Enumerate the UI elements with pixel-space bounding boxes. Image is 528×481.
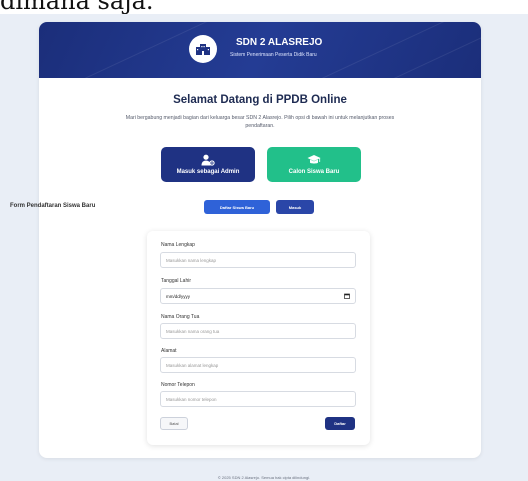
header-decoration bbox=[39, 22, 210, 78]
phone-input[interactable] bbox=[160, 391, 356, 407]
login-button[interactable]: Masuk bbox=[276, 200, 314, 214]
cancel-button[interactable]: Batal bbox=[160, 417, 188, 430]
admin-login-label: Masuk sebagai Admin bbox=[176, 169, 240, 175]
system-subtitle: Sistem Penerimaan Peserta Didik Baru bbox=[230, 52, 317, 58]
register-new-student-button[interactable]: Daftar Siswa Baru bbox=[204, 200, 270, 214]
dob-value: mm/dd/yyyy bbox=[166, 293, 191, 299]
address-label: Alamat bbox=[161, 348, 177, 354]
top-text: dimana saja. bbox=[0, 0, 154, 14]
name-label: Nama Lengkap bbox=[161, 242, 195, 248]
welcome-title: Selamat Datang di PPDB Online bbox=[173, 94, 347, 106]
submit-button[interactable]: Daftar bbox=[325, 417, 355, 430]
form-title: Form Pendaftaran Siswa Baru bbox=[10, 203, 96, 209]
school-name: SDN 2 ALASREJO bbox=[236, 37, 323, 48]
footer-copyright: © 2025 SDN 2 Alasrejo. Semua hak cipta d… bbox=[217, 475, 311, 480]
parent-label: Nama Orang Tua bbox=[161, 314, 200, 320]
graduation-cap-icon bbox=[307, 155, 321, 164]
user-gear-icon bbox=[201, 154, 215, 166]
previous-page-text: dimana saja. bbox=[0, 0, 528, 14]
welcome-description: Mari bergabung menjadi bagian dari kelua… bbox=[125, 115, 395, 129]
new-student-label: Calon Siswa Baru bbox=[288, 169, 340, 175]
address-input[interactable] bbox=[160, 357, 356, 373]
admin-login-button[interactable]: Masuk sebagai Admin bbox=[161, 147, 255, 182]
school-building-icon bbox=[196, 44, 210, 55]
dob-input[interactable]: mm/dd/yyyy bbox=[160, 288, 356, 304]
registration-form: Nama Lengkap Tanggal Lahir mm/dd/yyyy Na… bbox=[147, 231, 370, 445]
header-banner: SDN 2 ALASREJO Sistem Penerimaan Peserta… bbox=[39, 22, 481, 78]
school-logo bbox=[189, 35, 217, 63]
dob-label: Tanggal Lahir bbox=[161, 278, 192, 284]
calendar-icon[interactable] bbox=[344, 293, 350, 299]
parent-name-input[interactable] bbox=[160, 323, 356, 339]
header-decoration bbox=[348, 22, 481, 78]
phone-label: Nomor Telepon bbox=[161, 382, 195, 388]
name-input[interactable] bbox=[160, 252, 356, 268]
new-student-button[interactable]: Calon Siswa Baru bbox=[267, 147, 361, 182]
